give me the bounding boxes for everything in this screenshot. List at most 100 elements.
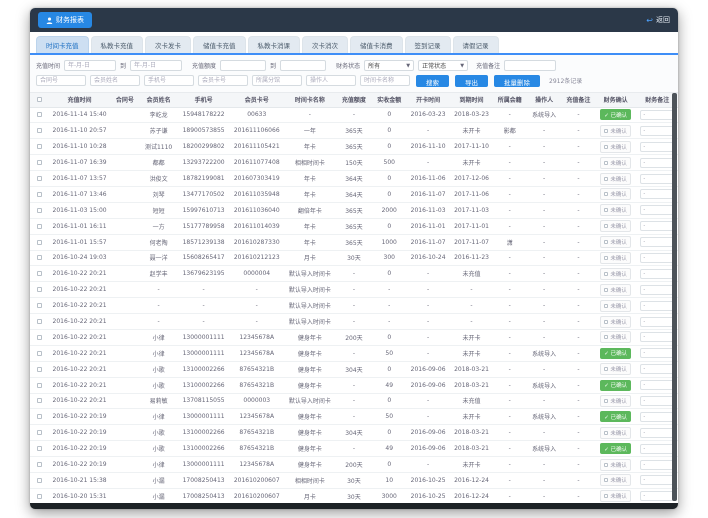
unconfirmed-toggle[interactable]: 未确认 [600, 252, 631, 264]
finance-note-input[interactable] [640, 189, 674, 199]
finance-note-input[interactable] [640, 158, 674, 168]
confirmed-badge[interactable]: ✓ 已确认 [600, 348, 631, 359]
filter-input-2[interactable] [90, 75, 140, 86]
row-checkbox[interactable] [37, 192, 42, 197]
row-checkbox[interactable] [37, 176, 42, 181]
unconfirmed-toggle[interactable]: 未确认 [600, 284, 631, 296]
filter-input-5[interactable] [252, 75, 302, 86]
unconfirmed-toggle[interactable]: 未确认 [600, 395, 631, 407]
row-checkbox[interactable] [37, 160, 42, 165]
finance-status-select[interactable]: 所有 ▼ [364, 60, 414, 71]
unconfirmed-toggle[interactable]: 未确认 [600, 331, 631, 343]
filter-input-1[interactable] [36, 75, 86, 86]
finance-note-input[interactable] [640, 380, 674, 390]
unconfirmed-toggle[interactable]: 未确认 [600, 220, 631, 232]
finance-note-input[interactable] [640, 475, 674, 485]
row-checkbox[interactable] [37, 430, 42, 435]
row-checkbox[interactable] [37, 271, 42, 276]
finance-note-input[interactable] [640, 237, 674, 247]
finance-note-input[interactable] [640, 205, 674, 215]
unconfirmed-toggle[interactable]: 未确认 [600, 300, 631, 312]
row-checkbox[interactable] [37, 462, 42, 467]
tab-4[interactable]: 储值卡充值 [193, 36, 246, 53]
unconfirmed-toggle[interactable]: 未确认 [600, 363, 631, 375]
row-checkbox[interactable] [37, 414, 42, 419]
unconfirmed-toggle[interactable]: 未确认 [600, 474, 631, 486]
finance-note-input[interactable] [640, 221, 674, 231]
tab-1[interactable]: 时间卡充值 [36, 36, 89, 53]
recharge-time-to-input[interactable] [130, 60, 182, 71]
row-checkbox[interactable] [37, 351, 42, 356]
amount-to-input[interactable] [280, 60, 326, 71]
finance-note-input[interactable] [640, 460, 674, 470]
confirmed-badge[interactable]: ✓ 已确认 [600, 380, 631, 391]
finance-note-input[interactable] [640, 412, 674, 422]
unconfirmed-toggle[interactable]: 未确认 [600, 188, 631, 200]
unconfirmed-toggle[interactable]: 未确认 [600, 427, 631, 439]
finance-note-input[interactable] [640, 364, 674, 374]
finance-note-input[interactable] [640, 317, 674, 327]
row-checkbox[interactable] [37, 287, 42, 292]
vertical-scrollbar[interactable] [672, 93, 677, 501]
row-checkbox[interactable] [37, 335, 42, 340]
row-checkbox[interactable] [37, 224, 42, 229]
finance-note-input[interactable] [640, 428, 674, 438]
unconfirmed-toggle[interactable]: 未确认 [600, 490, 631, 502]
unconfirmed-toggle[interactable]: 未确认 [600, 125, 631, 137]
unconfirmed-toggle[interactable]: 未确认 [600, 173, 631, 185]
finance-note-input[interactable] [640, 491, 674, 501]
row-checkbox[interactable] [37, 367, 42, 372]
tab-6[interactable]: 次卡消次 [302, 36, 348, 53]
remark-input[interactable] [504, 60, 556, 71]
finance-note-input[interactable] [640, 174, 674, 184]
confirmed-badge[interactable]: ✓ 已确认 [600, 443, 631, 454]
filter-input-6[interactable] [306, 75, 356, 86]
finance-note-input[interactable] [640, 348, 674, 358]
finance-note-input[interactable] [640, 444, 674, 454]
finance-note-input[interactable] [640, 253, 674, 263]
row-checkbox[interactable] [37, 144, 42, 149]
select-all-checkbox[interactable] [37, 97, 42, 102]
filter-input-3[interactable] [144, 75, 194, 86]
finance-note-input[interactable] [640, 126, 674, 136]
finance-report-button[interactable]: 财务报表 [38, 12, 92, 28]
unconfirmed-toggle[interactable]: 未确认 [600, 141, 631, 153]
row-checkbox[interactable] [37, 478, 42, 483]
row-checkbox[interactable] [37, 446, 42, 451]
confirmed-badge[interactable]: ✓ 已确认 [600, 411, 631, 422]
back-control[interactable]: ↩ 返回 [646, 15, 670, 25]
tab-7[interactable]: 储值卡消费 [350, 36, 403, 53]
row-checkbox[interactable] [37, 208, 42, 213]
tab-3[interactable]: 次卡发卡 [145, 36, 191, 53]
export-button[interactable]: 导出 [455, 75, 488, 87]
search-button[interactable]: 搜索 [416, 75, 449, 87]
unconfirmed-toggle[interactable]: 未确认 [600, 204, 631, 216]
row-checkbox[interactable] [37, 255, 42, 260]
unconfirmed-toggle[interactable]: 未确认 [600, 316, 631, 328]
unconfirmed-toggle[interactable]: 未确认 [600, 157, 631, 169]
row-checkbox[interactable] [37, 303, 42, 308]
batch-delete-button[interactable]: 批量删除 [494, 75, 540, 87]
row-checkbox[interactable] [37, 112, 42, 117]
finance-note-input[interactable] [640, 269, 674, 279]
tab-5[interactable]: 私教卡消课 [248, 36, 301, 53]
row-checkbox[interactable] [37, 383, 42, 388]
filter-input-4[interactable] [198, 75, 248, 86]
row-checkbox[interactable] [37, 398, 42, 403]
unconfirmed-toggle[interactable]: 未确认 [600, 459, 631, 471]
finance-note-input[interactable] [640, 332, 674, 342]
state-select[interactable]: 正常状态 ▼ [418, 60, 468, 71]
filter-input-7[interactable] [360, 75, 410, 86]
finance-note-input[interactable] [640, 110, 674, 120]
row-checkbox[interactable] [37, 319, 42, 324]
amount-from-input[interactable] [220, 60, 266, 71]
finance-note-input[interactable] [640, 301, 674, 311]
finance-note-input[interactable] [640, 285, 674, 295]
row-checkbox[interactable] [37, 240, 42, 245]
tab-2[interactable]: 私教卡充值 [91, 36, 144, 53]
tab-9[interactable]: 请假记录 [453, 36, 499, 53]
confirmed-badge[interactable]: ✓ 已确认 [600, 109, 631, 120]
row-checkbox[interactable] [37, 128, 42, 133]
row-checkbox[interactable] [37, 494, 42, 499]
finance-note-input[interactable] [640, 142, 674, 152]
